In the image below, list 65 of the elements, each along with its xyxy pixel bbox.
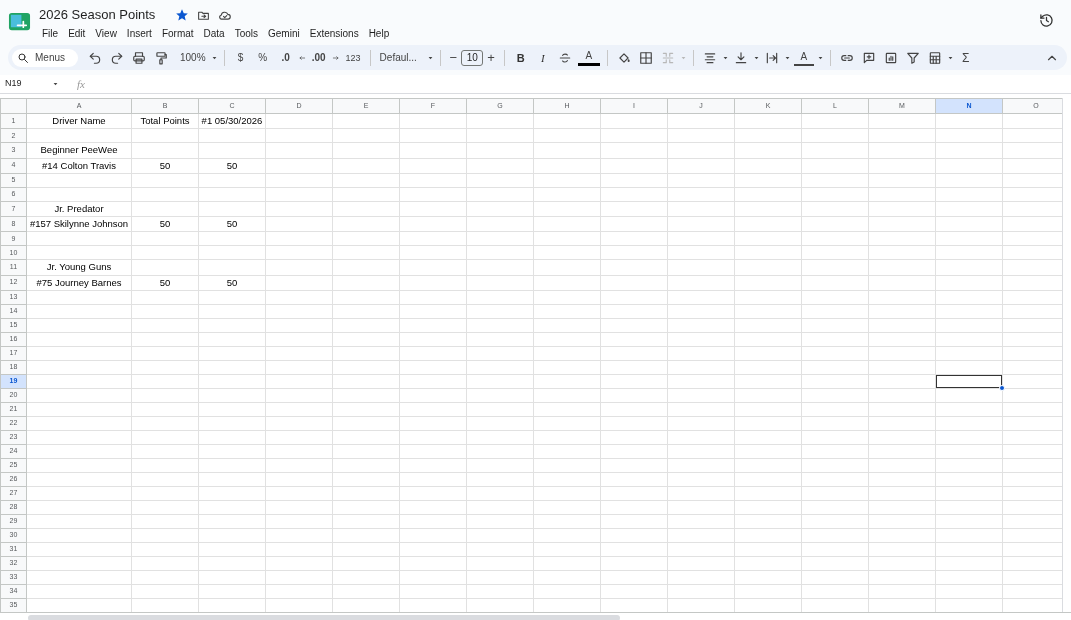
italic-button[interactable]: I	[531, 47, 554, 68]
table-cell: 50	[131, 158, 199, 174]
search-placeholder: Menus	[35, 51, 65, 65]
history-icon[interactable]	[1039, 13, 1054, 28]
table-cell: #75 Journey Barnes	[26, 275, 132, 291]
font-size-decrease-button[interactable]: −	[445, 47, 462, 68]
table-cell: Jr. Young Guns	[26, 259, 132, 275]
star-icon[interactable]	[175, 8, 190, 22]
table-cell: #157 Skilynne Johnson	[26, 216, 132, 232]
menu-item[interactable]: Edit	[65, 28, 89, 40]
table-cell: Beginner PeeWee	[26, 142, 132, 158]
font-dropdown[interactable]: Defaul...	[375, 47, 426, 68]
menu-item[interactable]: Data	[200, 28, 228, 40]
menu-item[interactable]: Tools	[231, 28, 262, 40]
text-wrap-icon[interactable]	[764, 50, 779, 65]
chart-icon[interactable]	[883, 50, 898, 65]
menu-search-field[interactable]: Menus	[12, 48, 78, 67]
scrollbar-thumb[interactable]	[28, 615, 620, 620]
font-size-field[interactable]: 10	[461, 49, 484, 66]
comment-icon[interactable]	[861, 50, 876, 65]
align-icon[interactable]	[702, 50, 717, 65]
menu-item[interactable]: Gemini	[265, 28, 303, 40]
fx-label: fx	[77, 76, 85, 92]
redo-icon[interactable]	[110, 50, 124, 65]
fill-handle[interactable]	[999, 384, 1005, 391]
table-cell: 50	[198, 275, 266, 291]
paint-roller-icon[interactable]	[154, 50, 168, 65]
text-rotation-button[interactable]: A	[793, 49, 814, 66]
table-cell: #1 05/30/2026	[198, 113, 266, 129]
table-cell: 50	[131, 275, 199, 291]
table-cell: Driver Name	[26, 113, 132, 129]
menu-item[interactable]: File	[39, 28, 62, 40]
vertical-align-icon[interactable]	[733, 50, 748, 65]
document-title[interactable]: 2026 Season Points	[39, 6, 156, 24]
sum-button[interactable]: Σ	[954, 47, 977, 68]
selected-cell[interactable]	[935, 374, 1003, 389]
font-size-increase-button[interactable]: +	[483, 47, 499, 68]
calculator-icon[interactable]	[927, 50, 942, 65]
borders-icon[interactable]	[638, 50, 653, 65]
table-cell: 50	[198, 158, 266, 174]
menu-item[interactable]: Format	[158, 28, 197, 40]
print-icon[interactable]	[132, 50, 146, 65]
paint-bucket-icon[interactable]	[616, 50, 631, 65]
table-cell: #14 Colton Travis	[26, 158, 132, 174]
currency-button[interactable]: $	[229, 47, 252, 68]
menu-item[interactable]: Insert	[123, 28, 155, 40]
table-cell: Total Points	[131, 113, 199, 129]
table-cell: 50	[198, 216, 266, 232]
increase-decimals-button[interactable]: .00	[305, 47, 332, 68]
menu-item[interactable]: Extensions	[306, 28, 362, 40]
decrease-decimals-button[interactable]: .0	[273, 47, 298, 68]
number-format-button[interactable]: 123	[341, 47, 365, 68]
sheets-logo-icon[interactable]	[8, 10, 31, 33]
search-icon	[17, 51, 29, 64]
undo-icon[interactable]	[88, 50, 102, 65]
table-cell: 50	[131, 216, 199, 232]
table-cell: Jr. Predator	[26, 201, 132, 217]
menu-item[interactable]: View	[92, 28, 120, 40]
bold-button[interactable]: B	[509, 47, 532, 68]
name-box[interactable]: N19	[5, 77, 51, 91]
filter-icon[interactable]	[905, 50, 920, 65]
zoom-dropdown[interactable]: 100%	[176, 47, 210, 68]
text-color-button[interactable]: A	[577, 49, 600, 66]
menu-item[interactable]: Help	[365, 28, 393, 40]
percent-button[interactable]: %	[251, 47, 274, 68]
